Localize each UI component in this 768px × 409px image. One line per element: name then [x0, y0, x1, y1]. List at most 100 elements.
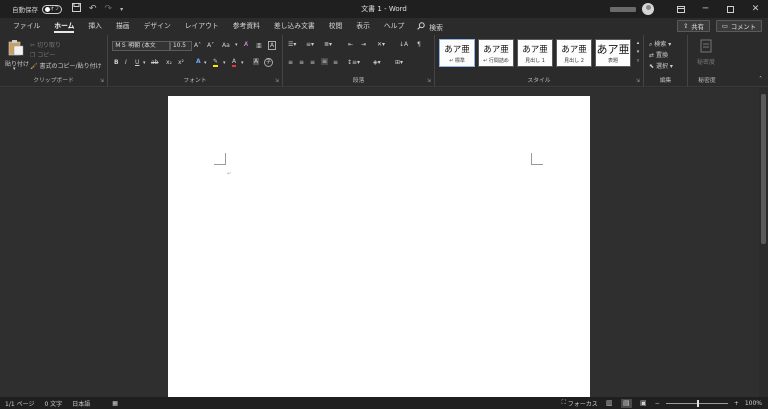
ribbon-display-options-icon[interactable] — [668, 0, 693, 18]
web-layout-icon[interactable]: ▣ — [638, 399, 649, 408]
avatar[interactable] — [642, 3, 654, 15]
tab-insert[interactable]: 挿入 — [81, 18, 109, 35]
underline-dropdown-icon[interactable]: ▾ — [143, 60, 146, 66]
autosave-control[interactable]: 自動保存 オフ — [12, 4, 62, 14]
zoom-level[interactable]: 100% — [745, 400, 762, 407]
collapse-ribbon-icon[interactable]: ˄ — [759, 76, 762, 83]
align-left-icon[interactable]: ≡ — [288, 59, 293, 66]
tab-file[interactable]: ファイル — [6, 18, 47, 35]
bullets-icon[interactable]: ☰▾ — [288, 41, 296, 48]
tell-me-search[interactable]: 検索 — [411, 21, 443, 32]
paste-button[interactable]: 貼り付け — [5, 59, 29, 68]
phonetic-guide-icon[interactable]: 亜 — [256, 41, 262, 50]
grow-font-button[interactable]: A˄ — [194, 42, 201, 49]
text-effects-dropdown-icon[interactable]: ▾ — [204, 60, 207, 66]
zoom-slider[interactable] — [665, 399, 728, 407]
save-icon[interactable] — [72, 3, 81, 15]
show-marks-icon[interactable]: ¶ — [417, 41, 421, 48]
highlight-color-icon[interactable]: ✎ — [213, 58, 219, 67]
align-right-icon[interactable]: ≡ — [310, 59, 315, 66]
shrink-font-button[interactable]: A˅ — [207, 42, 214, 49]
distributed-icon[interactable]: ≡ — [333, 59, 338, 66]
maximize-icon[interactable] — [718, 0, 743, 18]
subscript-button[interactable]: x₂ — [166, 59, 172, 66]
superscript-button[interactable]: x² — [178, 59, 184, 66]
accessibility-icon[interactable]: ▦ — [107, 400, 123, 407]
document-page[interactable]: ↵ — [168, 96, 590, 397]
styles-launcher-icon[interactable]: ⇲ — [636, 78, 640, 84]
font-size-select[interactable]: 10.5 — [170, 41, 192, 51]
paragraph-launcher-icon[interactable]: ⇲ — [427, 78, 431, 84]
style-heading-1[interactable]: あア亜 見出し 1 — [517, 39, 553, 67]
numbering-icon[interactable]: ≡▾ — [306, 41, 314, 48]
read-mode-icon[interactable]: ▥ — [604, 399, 615, 408]
tab-layout[interactable]: レイアウト — [178, 18, 226, 35]
borders-icon[interactable]: ⊞▾ — [395, 59, 403, 66]
enclose-characters-icon[interactable]: 字 — [264, 58, 273, 67]
align-center-icon[interactable]: ≡ — [299, 59, 304, 66]
change-case-dropdown-icon[interactable]: ▾ — [235, 42, 238, 48]
sort-icon[interactable]: ↓A — [399, 41, 408, 48]
sensitivity-icon[interactable] — [700, 39, 712, 55]
tab-home[interactable]: ホーム — [47, 18, 81, 35]
sensitivity-button[interactable]: 秘密度 — [697, 57, 715, 66]
scrollbar-thumb[interactable] — [761, 94, 766, 244]
replace-button[interactable]: ⇄ 置換 — [649, 50, 668, 59]
tab-view[interactable]: 表示 — [349, 18, 377, 35]
autosave-toggle[interactable]: オフ — [42, 4, 62, 14]
cut-button[interactable]: ✂ 切り取り — [30, 40, 61, 49]
style-normal[interactable]: あア亜 ↵ 標準 — [439, 39, 475, 67]
bold-button[interactable]: B — [114, 59, 119, 66]
character-border-icon[interactable]: A — [268, 41, 277, 50]
clipboard-launcher-icon[interactable]: ⇲ — [100, 78, 104, 84]
tab-help[interactable]: ヘルプ — [377, 18, 411, 35]
tab-design[interactable]: デザイン — [137, 18, 178, 35]
zoom-out-icon[interactable]: − — [655, 400, 660, 407]
style-heading-2[interactable]: あア亜 見出し 2 — [556, 39, 592, 67]
clear-formatting-icon[interactable]: A̸ — [244, 41, 248, 48]
zoom-slider-knob[interactable] — [696, 399, 699, 407]
find-button[interactable]: ⌕ 検索 ▾ — [649, 39, 671, 49]
comments-button[interactable]: ▭ コメント — [715, 20, 762, 32]
page-count[interactable]: 1/1 ページ — [0, 399, 39, 408]
zoom-in-icon[interactable]: + — [734, 400, 739, 407]
select-button[interactable]: ⬉ 選択 ▾ — [649, 61, 673, 70]
underline-button[interactable]: U — [135, 59, 139, 66]
undo-icon[interactable]: ↶ — [89, 4, 97, 14]
multilevel-list-icon[interactable]: ≣▾ — [324, 41, 332, 48]
copy-button[interactable]: ❐ コピー — [30, 50, 55, 59]
decrease-indent-icon[interactable]: ⇤ — [348, 41, 353, 48]
strikethrough-button[interactable]: ab — [151, 59, 159, 66]
minimize-icon[interactable]: ─ — [693, 0, 718, 18]
close-icon[interactable]: ✕ — [743, 0, 768, 18]
focus-mode-button[interactable]: ⛶ フォーカス — [562, 399, 598, 408]
print-layout-icon[interactable]: ▤ — [620, 398, 632, 408]
font-name-select[interactable]: ＭＳ 明朝 (本文 — [112, 41, 170, 51]
italic-button[interactable]: I — [125, 59, 127, 66]
paste-icon[interactable] — [8, 39, 24, 58]
font-color-dropdown-icon[interactable]: ▾ — [241, 60, 244, 66]
font-launcher-icon[interactable]: ⇲ — [275, 78, 279, 84]
share-button[interactable]: ⇪ 共有 — [676, 20, 710, 32]
format-painter-button[interactable]: 🖌 書式のコピー/貼り付け — [30, 61, 102, 70]
asian-layout-icon[interactable]: ✕▾ — [377, 41, 385, 48]
tab-mailings[interactable]: 差し込み文書 — [267, 18, 322, 35]
tab-references[interactable]: 参考資料 — [226, 18, 267, 35]
highlight-dropdown-icon[interactable]: ▾ — [223, 60, 226, 66]
style-title[interactable]: あア亜 表題 — [595, 39, 631, 67]
word-count[interactable]: 0 文字 — [39, 399, 67, 408]
customize-qat-icon[interactable]: ▾ — [120, 5, 123, 14]
paste-dropdown-icon[interactable]: ▾ — [13, 66, 16, 72]
text-effects-icon[interactable]: A — [196, 58, 201, 65]
shading-icon[interactable]: ◈▾ — [373, 59, 381, 66]
vertical-scrollbar[interactable] — [759, 88, 768, 397]
style-no-spacing[interactable]: あア亜 ↵ 行間詰め — [478, 39, 514, 67]
justify-icon[interactable]: ≡ — [321, 58, 329, 65]
tab-review[interactable]: 校閲 — [322, 18, 350, 35]
redo-icon[interactable]: ↷ — [105, 4, 113, 14]
line-spacing-icon[interactable]: ↕≡▾ — [347, 59, 360, 66]
character-shading-icon[interactable]: A — [253, 58, 260, 65]
user-name-redacted[interactable] — [610, 6, 636, 12]
styles-scroll-buttons[interactable]: ▴ ▾ ▿ — [634, 39, 642, 66]
font-color-icon[interactable]: A — [232, 58, 237, 67]
